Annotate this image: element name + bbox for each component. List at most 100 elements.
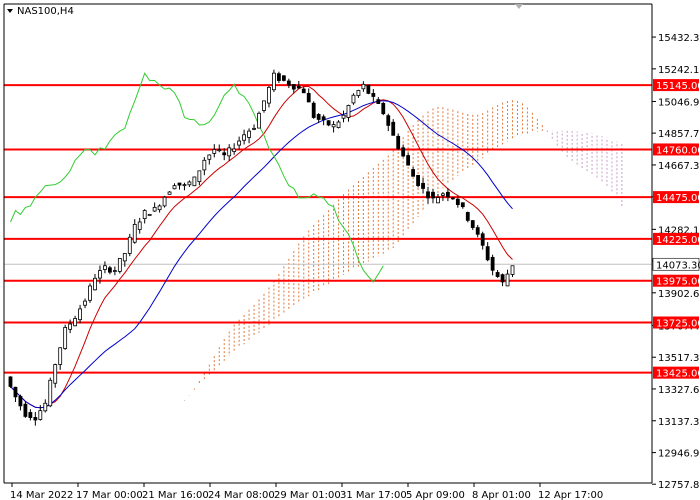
candle-body xyxy=(381,102,386,115)
price-chart[interactable]: 15432.30 15242.10 15046.95 14857.75 14667.30… xyxy=(0,0,700,500)
candle-body xyxy=(252,127,256,130)
candle-body xyxy=(460,202,465,208)
candle-body xyxy=(336,121,341,128)
y-tick-label: 13327.60 xyxy=(658,385,700,396)
candle-body xyxy=(217,149,222,152)
candle-body xyxy=(227,147,232,157)
level-label: 14475.00 xyxy=(656,193,700,204)
candle-body xyxy=(272,72,276,91)
candle-body xyxy=(48,379,53,407)
candle-body xyxy=(93,277,97,291)
candle-body xyxy=(485,246,490,261)
y-tick-label: 12946.90 xyxy=(658,449,700,460)
candle-body xyxy=(197,170,202,183)
candle-body xyxy=(112,270,117,272)
candle-body xyxy=(13,386,18,398)
candle-body xyxy=(376,99,381,104)
candle-body xyxy=(68,323,73,330)
level-label: 15145.00 xyxy=(656,81,700,92)
candle-body xyxy=(187,181,192,186)
candle-body xyxy=(222,152,227,156)
chart-title-group[interactable]: NAS100,H4 xyxy=(7,6,74,17)
candle-body xyxy=(416,175,420,186)
candle-body xyxy=(436,197,440,204)
candle-body xyxy=(411,169,416,177)
y-tick-label: 15242.10 xyxy=(658,65,700,76)
candle-body xyxy=(202,159,207,171)
x-tick-label: 14 Mar 2022 xyxy=(10,490,73,500)
y-tick-label: 12757.85 xyxy=(658,480,700,491)
candle-body xyxy=(28,412,33,418)
candle-body xyxy=(177,182,182,186)
candle-body xyxy=(38,410,43,420)
candle-body xyxy=(386,115,391,126)
candle-body xyxy=(237,140,242,146)
chart-title: NAS100,H4 xyxy=(17,6,74,17)
candle-body xyxy=(63,327,68,349)
candle-body xyxy=(127,236,132,254)
candle-body xyxy=(232,148,237,152)
candle-body xyxy=(505,273,510,287)
candle-body xyxy=(212,149,217,154)
candle-body xyxy=(431,191,435,199)
candle-body xyxy=(257,112,261,129)
level-label: 14225.00 xyxy=(656,235,700,246)
candle-body xyxy=(346,105,351,118)
level-label: 13425.00 xyxy=(656,369,700,380)
candle-body xyxy=(465,212,470,221)
candle-body xyxy=(122,253,127,262)
candle-body xyxy=(262,100,266,111)
x-tick-label: 21 Mar 16:00 xyxy=(142,490,209,500)
candle-body xyxy=(426,191,430,199)
candle-body xyxy=(316,114,321,120)
candle-body xyxy=(83,300,87,306)
candle-body xyxy=(73,318,78,327)
candle-body xyxy=(291,84,296,90)
candle-body xyxy=(157,205,162,211)
candle-body xyxy=(331,124,336,128)
candle-body xyxy=(33,417,38,421)
level-label: 13725.00 xyxy=(656,318,700,329)
y-tick-label: 15432.30 xyxy=(658,33,700,44)
y-axis: 15432.30 15242.10 15046.95 14857.75 14667.30… xyxy=(652,33,700,491)
candle-body xyxy=(167,191,172,195)
candle-body xyxy=(341,114,346,119)
candle-body xyxy=(247,130,251,138)
candle-body xyxy=(490,256,495,271)
candle-body xyxy=(132,224,137,243)
candle-body xyxy=(366,84,371,94)
y-tick-label: 13902.60 xyxy=(658,289,700,300)
candle-body xyxy=(142,210,147,220)
candle-body xyxy=(58,347,63,365)
candle-body xyxy=(276,73,281,81)
candle-body xyxy=(450,197,455,200)
candle-body xyxy=(371,93,376,97)
candle-body xyxy=(301,88,306,94)
candle-body xyxy=(117,258,122,272)
candle-body xyxy=(267,86,271,104)
x-tick-label: 5 Apr 09:00 xyxy=(406,490,465,500)
candle-body xyxy=(192,176,197,187)
y-tick-label: 15046.95 xyxy=(658,97,700,108)
candle-body xyxy=(475,227,480,235)
candle-body xyxy=(281,75,286,81)
y-tick-label: 14667.30 xyxy=(658,161,700,172)
current-price-label: 14073.30 xyxy=(656,260,700,271)
candle-body xyxy=(103,265,107,270)
candle-body xyxy=(182,184,187,187)
x-tick-label: 17 Mar 00:00 xyxy=(76,490,143,500)
candle-body xyxy=(470,220,475,228)
candle-body xyxy=(500,274,505,283)
candle-body xyxy=(137,221,142,230)
candle-body xyxy=(18,395,23,407)
candle-body xyxy=(321,116,326,121)
candle-body xyxy=(296,85,301,89)
candle-body xyxy=(152,207,157,212)
candle-body xyxy=(401,147,406,157)
x-tick-label: 24 Mar 08:00 xyxy=(208,490,275,500)
x-tick-label: 29 Mar 01:00 xyxy=(274,490,341,500)
candle-body xyxy=(242,134,247,141)
level-label: 14760.00 xyxy=(656,145,700,156)
candle-body xyxy=(445,191,450,198)
candle-body xyxy=(391,121,396,136)
